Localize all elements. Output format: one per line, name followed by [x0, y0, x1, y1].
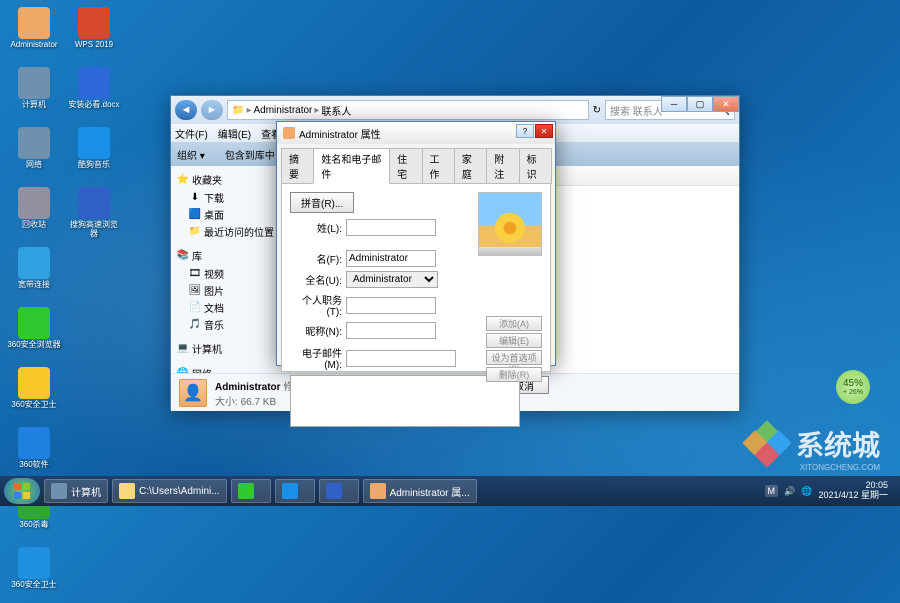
menu-item[interactable]: 文件(F): [175, 126, 208, 141]
email-label: 电子邮件(M):: [290, 345, 346, 371]
desktop-icon[interactable]: 360安全卫士: [5, 545, 63, 603]
email-input[interactable]: [346, 350, 456, 367]
name-label: 名(F):: [290, 251, 346, 266]
address-bar[interactable]: 📁 ▸ Administrator ▸ 联系人: [227, 100, 589, 120]
watermark-sub: XITONGCHENG.COM: [800, 463, 880, 472]
taskbar-item[interactable]: [319, 479, 359, 503]
taskbar-item[interactable]: Administrator 属...: [363, 479, 477, 503]
desktop-icon[interactable]: 计算机: [5, 65, 63, 123]
email-action-button[interactable]: 设为首选项(S): [486, 350, 542, 365]
desktop-icon[interactable]: 回收站: [5, 185, 63, 243]
desktop-icon[interactable]: 网络: [5, 125, 63, 183]
taskbar: 计算机C:\Users\Admini...Administrator 属... …: [0, 476, 900, 506]
taskbar-item[interactable]: [275, 479, 315, 503]
toolbar-item[interactable]: 组织 ▾: [177, 147, 205, 162]
desktop-icon[interactable]: 安装必看.docx: [65, 65, 123, 123]
performance-badge[interactable]: 45% + 26%: [836, 370, 870, 404]
contact-icon: [179, 379, 207, 407]
lang-indicator[interactable]: M: [765, 485, 779, 497]
close-button[interactable]: ✕: [535, 124, 553, 138]
nickname-label: 昵称(N):: [290, 323, 346, 338]
status-name: Administrator: [215, 382, 281, 393]
explorer-sidebar: ⭐收藏夹⬇下载🟦桌面📁最近访问的位置 📚库🎞视频🖼图片📄文档🎵音乐 💻计算机 🌐网络: [171, 166, 291, 373]
desktop-icon[interactable]: Administrator: [5, 5, 63, 63]
desktop-icon[interactable]: 宽带连接: [5, 245, 63, 303]
desktop-icon[interactable]: 360安全卫士: [5, 365, 63, 423]
start-button[interactable]: [4, 478, 40, 504]
desktop-icon[interactable]: WPS 2019: [65, 5, 123, 63]
minimize-button[interactable]: ─: [661, 96, 687, 112]
taskbar-item[interactable]: [231, 479, 271, 503]
tab-2[interactable]: 住宅: [389, 148, 422, 184]
tab-0[interactable]: 摘要: [281, 148, 314, 184]
breadcrumb-item[interactable]: Administrator: [253, 105, 312, 116]
dialog-titlebar[interactable]: Administrator 属性: [277, 122, 555, 144]
surname-label: 姓(L):: [290, 220, 346, 235]
pinyin-button[interactable]: 拼音(R)...: [290, 192, 354, 213]
close-button[interactable]: ✕: [713, 96, 739, 112]
fullname-select[interactable]: Administrator: [346, 271, 438, 288]
desktop-icon[interactable]: 360软件: [5, 425, 63, 483]
email-list[interactable]: [290, 375, 520, 427]
taskbar-item[interactable]: C:\Users\Admini...: [112, 479, 227, 503]
email-action-button[interactable]: 添加(A): [486, 316, 542, 331]
title-label: 个人职务(T):: [290, 292, 346, 318]
contact-photo[interactable]: [478, 192, 542, 256]
tab-6[interactable]: 标识: [519, 148, 552, 184]
explorer-titlebar: ◄ ► 📁 ▸ Administrator ▸ 联系人 ↻ 搜索 联系人🔍: [171, 96, 739, 124]
desktop-icon[interactable]: 搜狗高速浏览器: [65, 185, 123, 243]
desktop-icon[interactable]: 360安全浏览器: [5, 305, 63, 363]
sidebar-group[interactable]: 📚库: [173, 246, 288, 265]
tab-4[interactable]: 家庭: [454, 148, 487, 184]
desktop-icon[interactable]: 酷狗音乐: [65, 125, 123, 183]
email-action-button[interactable]: 删除(R): [486, 367, 542, 382]
breadcrumb-item[interactable]: 联系人: [321, 103, 351, 118]
tray-icon[interactable]: 🔊: [784, 486, 795, 497]
nickname-input[interactable]: [346, 322, 436, 339]
refresh-icon[interactable]: ↻: [593, 105, 601, 116]
tray-icon[interactable]: 🌐: [801, 486, 812, 497]
contact-icon: [283, 127, 295, 139]
email-action-button[interactable]: 编辑(E): [486, 333, 542, 348]
desktop-icons: AdministratorWPS 2019计算机安装必看.docx网络酷狗音乐回…: [5, 5, 123, 603]
name-input[interactable]: [346, 250, 436, 267]
taskbar-item[interactable]: 计算机: [44, 479, 108, 503]
help-button[interactable]: ?: [516, 124, 534, 138]
sidebar-group[interactable]: ⭐收藏夹: [173, 170, 288, 189]
watermark: 系统城: [746, 422, 880, 466]
clock[interactable]: 20:05 2021/4/12 星期一: [818, 481, 888, 501]
sidebar-item[interactable]: 🎞视频: [173, 265, 288, 282]
folder-icon: 📁: [232, 105, 244, 116]
dialog-tabs: 摘要姓名和电子邮件住宅工作家庭附注标识: [277, 144, 555, 184]
properties-dialog: Administrator 属性 ? ✕ 摘要姓名和电子邮件住宅工作家庭附注标识…: [276, 121, 556, 366]
dialog-title: Administrator 属性: [299, 126, 381, 141]
surname-input[interactable]: [346, 219, 436, 236]
sidebar-item[interactable]: 📄文档: [173, 299, 288, 316]
forward-button[interactable]: ►: [201, 100, 223, 120]
sidebar-item[interactable]: 🟦桌面: [173, 206, 288, 223]
back-button[interactable]: ◄: [175, 100, 197, 120]
title-input[interactable]: [346, 297, 436, 314]
explorer-window-controls: ─ ▢ ✕: [661, 96, 739, 112]
sidebar-group[interactable]: 💻计算机: [173, 339, 288, 358]
fullname-label: 全名(U):: [290, 272, 346, 287]
sidebar-item[interactable]: 📁最近访问的位置: [173, 223, 288, 240]
dialog-body: 拼音(R)... 姓(L): 名(F): 全名(U):Administrator…: [281, 184, 551, 372]
tab-1[interactable]: 姓名和电子邮件: [313, 148, 390, 184]
menu-item[interactable]: 编辑(E): [218, 126, 251, 141]
maximize-button[interactable]: ▢: [687, 96, 713, 112]
sidebar-item[interactable]: ⬇下载: [173, 189, 288, 206]
system-tray[interactable]: M 🔊 🌐 20:05 2021/4/12 星期一: [765, 481, 896, 501]
tab-3[interactable]: 工作: [422, 148, 455, 184]
tab-5[interactable]: 附注: [486, 148, 519, 184]
toolbar-item[interactable]: 包含到库中 ▾: [225, 147, 283, 162]
sidebar-item[interactable]: 🎵音乐: [173, 316, 288, 333]
sidebar-group[interactable]: 🌐网络: [173, 364, 288, 373]
sidebar-item[interactable]: 🖼图片: [173, 282, 288, 299]
